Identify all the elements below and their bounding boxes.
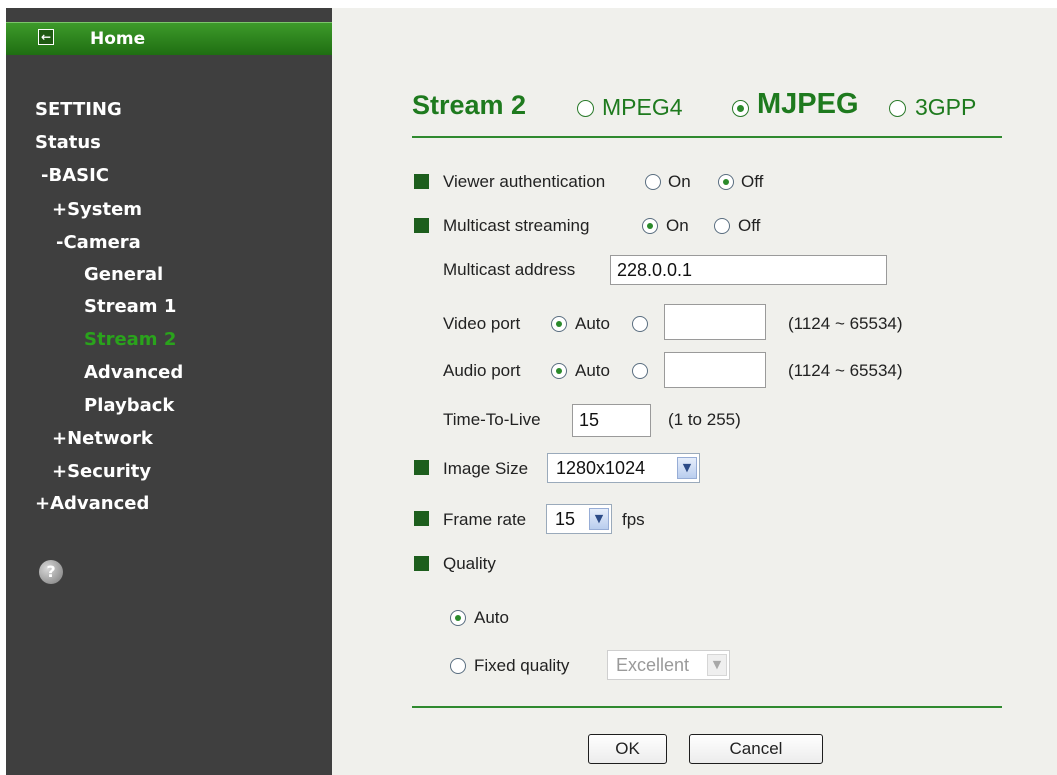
- fixed-quality-value: Excellent: [616, 655, 690, 675]
- video-port-range: (1124 ~ 65534): [788, 314, 903, 333]
- square-bullet-icon: [414, 556, 429, 571]
- main-panel: Stream 2 MPEG4 MJPEG 3GPP Viewer authent…: [332, 8, 1057, 775]
- audio-port-auto-label: Auto: [575, 361, 610, 380]
- video-port-auto-label: Auto: [575, 314, 610, 333]
- home-link[interactable]: ← Home: [6, 22, 332, 55]
- frame-rate-value: 15: [555, 509, 576, 529]
- quality-fixed-label: Fixed quality: [474, 656, 570, 675]
- multicast-off-radio[interactable]: [714, 218, 730, 234]
- ttl-range: (1 to 255): [668, 410, 741, 429]
- viewer-auth-off-radio[interactable]: [718, 174, 734, 190]
- sidebar-item-general[interactable]: General: [84, 264, 163, 285]
- multicast-address-label: Multicast address: [443, 260, 576, 279]
- format-label-3gpp: 3GPP: [915, 94, 977, 120]
- multicast-off-label: Off: [738, 216, 761, 235]
- video-port-field[interactable]: [664, 304, 766, 340]
- viewer-auth-on-radio[interactable]: [645, 174, 661, 190]
- viewer-auth-label: Viewer authentication: [443, 172, 606, 191]
- header-divider: [412, 136, 1002, 138]
- format-radio-mjpeg[interactable]: [732, 100, 749, 117]
- sidebar-item-network[interactable]: +Network: [52, 428, 153, 449]
- sidebar-item-status[interactable]: Status: [35, 132, 101, 153]
- sidebar-item-advanced[interactable]: Advanced: [84, 362, 183, 383]
- multicast-on-radio[interactable]: [642, 218, 658, 234]
- format-label-mpeg4: MPEG4: [602, 94, 683, 120]
- chevron-down-icon: ▼: [707, 654, 727, 676]
- frame-rate-unit: fps: [622, 510, 645, 529]
- ttl-label: Time-To-Live: [443, 410, 541, 429]
- image-size-value: 1280x1024: [556, 458, 646, 478]
- sidebar: ← Home SETTING Status -BASIC +System -Ca…: [6, 8, 332, 775]
- viewer-auth-on-label: On: [668, 172, 691, 191]
- square-bullet-icon: [414, 174, 429, 189]
- sidebar-item-setting: SETTING: [35, 99, 122, 120]
- footer-divider: [412, 706, 1002, 708]
- video-port-label: Video port: [443, 314, 521, 333]
- audio-port-auto-radio[interactable]: [551, 363, 567, 379]
- quality-auto-label: Auto: [474, 608, 509, 627]
- sidebar-item-system[interactable]: +System: [52, 199, 142, 220]
- ttl-field[interactable]: [572, 404, 651, 437]
- help-icon[interactable]: ?: [39, 560, 63, 584]
- fixed-quality-select[interactable]: Excellent ▼: [607, 650, 730, 680]
- home-label: Home: [90, 29, 146, 49]
- audio-port-manual-radio[interactable]: [632, 363, 648, 379]
- quality-label: Quality: [443, 554, 496, 573]
- audio-port-label: Audio port: [443, 361, 521, 380]
- sidebar-item-stream-2[interactable]: Stream 2: [84, 329, 176, 350]
- sidebar-item-security[interactable]: +Security: [52, 461, 151, 482]
- video-port-auto-radio[interactable]: [551, 316, 567, 332]
- multicast-streaming-label: Multicast streaming: [443, 216, 590, 235]
- audio-port-range: (1124 ~ 65534): [788, 361, 903, 380]
- quality-fixed-radio[interactable]: [450, 658, 466, 674]
- ok-button[interactable]: OK: [588, 734, 667, 764]
- format-label-mjpeg: MJPEG: [757, 88, 859, 120]
- frame-rate-label: Frame rate: [443, 510, 527, 529]
- format-radio-3gpp[interactable]: [889, 100, 906, 117]
- square-bullet-icon: [414, 511, 429, 526]
- video-port-manual-radio[interactable]: [632, 316, 648, 332]
- back-arrow-icon: ←: [38, 29, 54, 45]
- image-size-select[interactable]: 1280x1024 ▼: [547, 453, 700, 483]
- cancel-button[interactable]: Cancel: [689, 734, 823, 764]
- square-bullet-icon: [414, 460, 429, 475]
- sidebar-item-advanced-top[interactable]: +Advanced: [35, 493, 149, 514]
- frame-rate-select[interactable]: 15 ▼: [546, 504, 612, 534]
- quality-auto-radio[interactable]: [450, 610, 466, 626]
- sidebar-item-stream-1[interactable]: Stream 1: [84, 296, 176, 317]
- page-title: Stream 2: [412, 90, 527, 120]
- chevron-down-icon: ▼: [677, 457, 697, 479]
- viewer-auth-off-label: Off: [741, 172, 764, 191]
- image-size-label: Image Size: [443, 459, 529, 478]
- sidebar-item-camera[interactable]: -Camera: [56, 232, 141, 253]
- format-radio-mpeg4[interactable]: [577, 100, 594, 117]
- multicast-on-label: On: [666, 216, 689, 235]
- square-bullet-icon: [414, 218, 429, 233]
- sidebar-item-basic[interactable]: -BASIC: [41, 165, 109, 186]
- chevron-down-icon: ▼: [589, 508, 609, 530]
- audio-port-field[interactable]: [664, 352, 766, 388]
- sidebar-item-playback[interactable]: Playback: [84, 395, 174, 416]
- multicast-address-field[interactable]: [610, 255, 887, 285]
